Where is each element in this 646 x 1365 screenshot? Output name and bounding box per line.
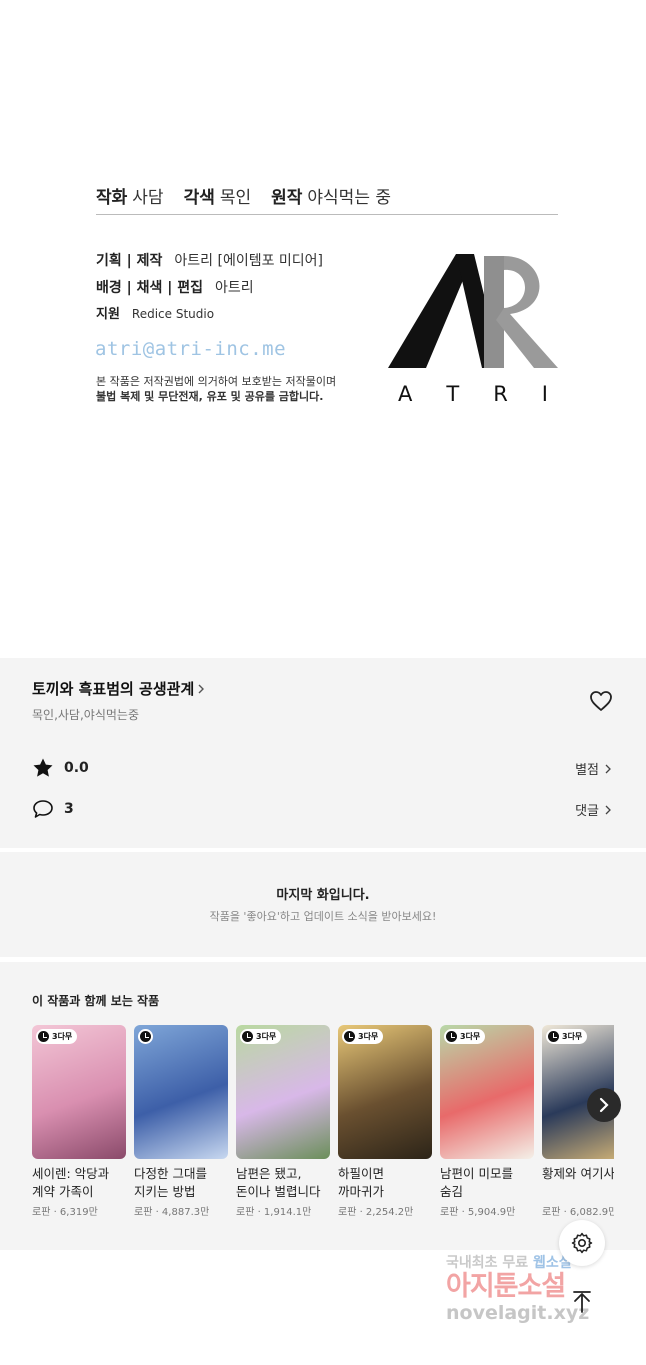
contact-email: atri@atri-inc.me (95, 338, 287, 360)
rating-link[interactable]: 별점 (575, 759, 612, 778)
credit-production: 기획 | 제작 아트리 [에이템포 미디어] (96, 253, 324, 269)
card-thumbnail (134, 1025, 228, 1159)
main-credits: 작화 사담 각색 목인 원작 야식먹는 중 (96, 183, 558, 208)
card-meta: 로판 · 4,887.3만 (134, 1207, 210, 1218)
clock-icon (38, 1031, 49, 1042)
comment-icon (33, 800, 53, 818)
card-title: 다정한 그대를 지키는 방법 (134, 1166, 207, 1199)
card-meta: 로판 · 6,319만 (32, 1207, 98, 1218)
card-thumbnail: 3다무 (440, 1025, 534, 1159)
rating-stat: 0.0 (32, 757, 89, 779)
chevron-right-icon (599, 1097, 609, 1113)
copyright-notice: 본 작품은 저작권법에 의거하여 보호받는 저작물이며 불법 복제 및 무단전재… (96, 375, 337, 403)
card-thumbnail: 3다무 (236, 1025, 330, 1159)
card-thumbnail: 3다무 (32, 1025, 126, 1159)
recommendation-card[interactable]: 3다무 남편은 됐고, 돈이나 벌렵니다 로판 · 1,914.1만 (236, 1025, 330, 1218)
comments-link[interactable]: 댓글 (575, 800, 612, 819)
comment-stat: 3 (32, 798, 74, 820)
card-title: 남편이 미모를 숨김 (440, 1166, 513, 1199)
recommendation-card[interactable]: 3다무 하필이면 까마귀가 되어버렸다 로판 · 2,254.2만 (338, 1025, 432, 1218)
credit-coloring: 배경 | 채색 | 편집 아트리 (96, 280, 254, 296)
work-info-panel: 토끼와 흑표범의 공생관계 목인,사담,야식먹는중 0.0 별점 3 댓글 (0, 658, 646, 848)
chevron-right-icon (605, 805, 611, 814)
recommendations-section: 이 작품과 함께 보는 작품 3다무 세이렌: 악당과 계약 가족이 되었다 로… (0, 962, 646, 1250)
work-title-link[interactable]: 토끼와 흑표범의 공생관계 (32, 678, 206, 699)
wait-free-badge (138, 1029, 153, 1044)
card-meta: 로판 · 2,254.2만 (338, 1207, 414, 1218)
clock-icon (446, 1031, 457, 1042)
chevron-right-icon (605, 764, 611, 773)
work-authors: 목인,사담,야식먹는중 (32, 708, 139, 722)
wait-free-badge: 3다무 (36, 1029, 78, 1044)
star-icon (33, 758, 53, 777)
wait-free-badge: 3다무 (444, 1029, 486, 1044)
wait-free-badge: 3다무 (240, 1029, 282, 1044)
card-meta: 로판 · 6,082.9만 (542, 1207, 614, 1218)
card-meta: 로판 · 1,914.1만 (236, 1207, 312, 1218)
atri-logo-text: A T R I (398, 382, 548, 406)
last-episode-subtitle: 작품을 '좋아요'하고 업데이트 소식을 받아보세요! (209, 910, 437, 923)
last-episode-banner: 마지막 화입니다. 작품을 '좋아요'하고 업데이트 소식을 받아보세요! (0, 852, 646, 957)
recommendation-card[interactable]: 3다무 남편이 미모를 숨김 로판 · 5,904.9만 (440, 1025, 534, 1218)
episode-credits-panel: 작화 사담 각색 목인 원작 야식먹는 중 기획 | 제작 아트리 [에이템포 미디어]… (0, 0, 646, 658)
card-title: 하필이면 까마귀가 되어버렸다 (338, 1166, 385, 1199)
last-episode-title: 마지막 화입니다. (276, 888, 370, 903)
credit-artist: 작화 사담 (96, 188, 164, 208)
card-thumbnail: 3다무 (338, 1025, 432, 1159)
clock-icon (548, 1031, 559, 1042)
chevron-right-icon (198, 684, 205, 693)
credit-support: 지원 Redice Studio (96, 307, 215, 322)
credit-original: 원작 야식먹는 중 (271, 188, 392, 208)
settings-button[interactable] (559, 1220, 605, 1266)
clock-icon (140, 1031, 151, 1042)
recommendations-carousel: 3다무 세이렌: 악당과 계약 가족이 되었다 로판 · 6,319만 다정한 … (32, 1025, 614, 1235)
credit-adaptation: 각색 목인 (183, 188, 252, 208)
card-meta: 로판 · 5,904.9만 (440, 1207, 516, 1218)
site-watermark: 국내최초 무료 웹소설 아지툰소설 novelagit.xyz (446, 1255, 590, 1324)
gear-icon (571, 1232, 593, 1254)
card-title: 남편은 됐고, 돈이나 벌렵니다 (236, 1166, 321, 1199)
recommendation-card[interactable]: 다정한 그대를 지키는 방법 로판 · 4,887.3만 (134, 1025, 228, 1218)
recommendation-card[interactable]: 3다무 세이렌: 악당과 계약 가족이 되었다 로판 · 6,319만 (32, 1025, 126, 1218)
recommendations-heading: 이 작품과 함께 보는 작품 (32, 994, 160, 1008)
scroll-top-button[interactable] (559, 1279, 605, 1325)
carousel-next-button[interactable] (587, 1088, 621, 1122)
arrow-up-icon (573, 1291, 591, 1313)
heart-icon[interactable] (588, 688, 614, 714)
wait-free-badge: 3다무 (342, 1029, 384, 1044)
clock-icon (242, 1031, 253, 1042)
wait-free-badge: 3다무 (546, 1029, 588, 1044)
clock-icon (344, 1031, 355, 1042)
card-title: 황제와 여기사 (542, 1166, 614, 1181)
credits-divider (96, 214, 558, 215)
card-title: 세이렌: 악당과 계약 가족이 되었다 (32, 1166, 110, 1199)
